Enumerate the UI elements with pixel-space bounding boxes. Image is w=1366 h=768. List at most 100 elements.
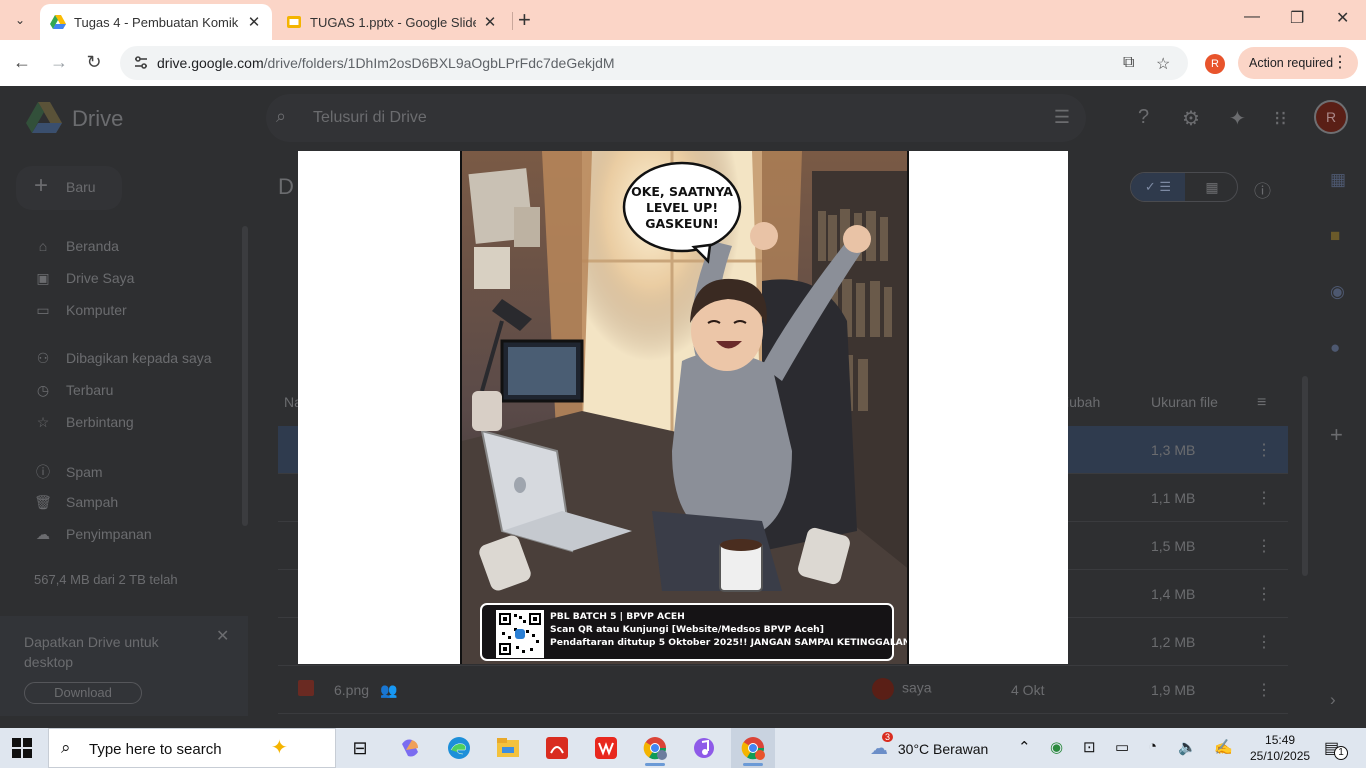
list-scrollbar[interactable] [1302, 376, 1308, 576]
add-addon-icon[interactable]: + [1330, 422, 1343, 448]
settings-gear-icon[interactable]: ⚙ [1182, 106, 1200, 131]
edge-icon[interactable] [437, 728, 481, 768]
info-icon[interactable]: ⓘ [1254, 177, 1271, 202]
more-vert-icon[interactable]: ⋮ [1256, 584, 1272, 604]
wifi-icon[interactable]: ◔ [1148, 738, 1157, 755]
nav-my-drive[interactable]: ▣ Drive Saya [34, 270, 134, 287]
notification-icon[interactable]: ▤ 1 [1324, 738, 1348, 760]
wps-office-icon[interactable] [584, 728, 628, 768]
file-modified: 4 Okt [1011, 682, 1045, 698]
date: 25/10/2025 [1250, 749, 1311, 763]
weather-widget[interactable]: ☁ 3 30°C Berawan [870, 732, 988, 759]
search-options-icon[interactable]: ☰ [1054, 107, 1070, 128]
profile-avatar[interactable]: R [1205, 54, 1225, 74]
task-view-icon[interactable]: ⊟ [338, 728, 382, 768]
file-explorer-icon[interactable] [486, 728, 530, 768]
gemini-sparkle-icon[interactable]: ✦ [1229, 106, 1246, 131]
nav-label: Terbaru [66, 382, 114, 398]
search-highlight-icon: ✦ [271, 737, 288, 759]
keep-icon[interactable]: ■ [1330, 226, 1340, 246]
drive-search-bar[interactable]: ⌕ Telusuri di Drive ☰ [266, 94, 1086, 142]
forward-arrow-icon[interactable]: → [48, 52, 70, 73]
apps-grid-icon[interactable]: ⁝⁝ [1274, 106, 1287, 131]
search-icon: ⌕ [61, 738, 71, 757]
sidebar-scrollbar[interactable] [242, 226, 248, 526]
volume-icon[interactable]: 🔈 [1178, 738, 1197, 756]
tasks-icon[interactable]: ◉ [1330, 282, 1345, 302]
music-app-icon[interactable] [682, 728, 726, 768]
pen-icon[interactable]: ✍ [1214, 738, 1233, 756]
copilot-icon[interactable] [388, 728, 432, 768]
nav-label: Berbintang [66, 414, 134, 430]
trash-icon: 🗑 [34, 494, 52, 510]
nav-home[interactable]: ⌂ Beranda [34, 238, 119, 254]
expand-panel-icon[interactable]: › [1330, 690, 1336, 710]
sync-app-icon[interactable]: ◉ [1050, 738, 1063, 756]
nav-storage[interactable]: ☁ Penyimpanan [34, 526, 152, 543]
nav-computers[interactable]: ▭ Komputer [34, 302, 126, 319]
more-vert-icon[interactable]: ⋮ [1256, 488, 1272, 508]
chrome-active-icon[interactable] [731, 728, 775, 768]
windows-start-icon[interactable] [12, 738, 32, 758]
tab-slides[interactable]: TUGAS 1.pptx - Google Slide ✕ [276, 4, 508, 40]
search-icon: ⌕ [276, 106, 287, 126]
chrome-profile-icon[interactable] [633, 728, 677, 768]
view-toggle[interactable]: ✓ ☰ ▦ [1130, 172, 1238, 202]
more-vert-icon[interactable]: ⋮ [1332, 47, 1348, 79]
action-required-button[interactable]: Action required ⋮ [1238, 47, 1358, 79]
comic-footer-banner: PBL BATCH 5 | BPVP ACEH Scan QR atau Kun… [480, 603, 907, 661]
battery-icon[interactable]: ▭ [1115, 738, 1129, 756]
close-tab-icon[interactable]: ✕ [482, 13, 498, 31]
reload-icon[interactable]: ↻ [83, 52, 105, 73]
minimize-button[interactable]: — [1244, 8, 1260, 26]
maximize-button[interactable]: ❐ [1290, 8, 1304, 28]
column-size[interactable]: Ukuran file [1151, 394, 1218, 410]
owner-name: saya [902, 679, 932, 696]
nav-shared[interactable]: ⚇ Dibagikan kepada saya [34, 350, 212, 367]
show-hidden-icons-chevron-icon[interactable]: ⌃ [1018, 738, 1031, 756]
shared-icon: 👥 [380, 682, 398, 698]
meet-now-icon[interactable]: ⊡ [1083, 738, 1096, 756]
grid-view-icon[interactable]: ▦ [1185, 173, 1239, 201]
site-info-icon[interactable] [132, 54, 150, 72]
more-vert-icon[interactable]: ⋮ [1256, 632, 1272, 652]
more-vert-icon[interactable]: ⋮ [1256, 680, 1272, 700]
nav-trash[interactable]: 🗑 Sampah [34, 494, 118, 511]
tab-title: TUGAS 1.pptx - Google Slide [310, 14, 477, 30]
install-app-icon[interactable]: ⧉ [1123, 54, 1134, 72]
column-modified[interactable]: iubah [1066, 394, 1100, 410]
address-bar[interactable]: drive.google.com/drive/folders/1DhIm2osD… [120, 46, 1188, 80]
new-button[interactable]: + Baru [16, 166, 122, 210]
help-icon[interactable]: ? [1138, 106, 1149, 129]
new-tab-button[interactable]: + [518, 8, 531, 32]
desktop-promo: Dapatkan Drive untuk desktop ✕ Download [0, 616, 248, 716]
bookmark-star-icon[interactable]: ☆ [1156, 54, 1170, 74]
more-vert-icon[interactable]: ⋮ [1256, 536, 1272, 556]
download-button[interactable]: Download [24, 682, 142, 704]
pdf-reader-icon[interactable] [535, 728, 579, 768]
close-icon[interactable]: ✕ [216, 626, 229, 646]
account-avatar[interactable]: R [1314, 100, 1348, 134]
nav-starred[interactable]: ☆ Berbintang [34, 414, 134, 431]
back-arrow-icon[interactable]: ← [11, 52, 33, 73]
list-view-icon[interactable]: ✓ ☰ [1131, 173, 1185, 201]
more-vert-icon[interactable]: ⋮ [1256, 440, 1272, 460]
nav-spam[interactable]: ⓘ Spam [34, 462, 103, 482]
clock[interactable]: 15:49 25/10/2025 [1250, 732, 1310, 764]
table-row[interactable]: 6.png 👥 saya 4 Okt 1,9 MB ⋮ [278, 666, 1288, 714]
close-window-button[interactable]: ✕ [1336, 8, 1349, 28]
comic-illustration: OKE, SAATNYA LEVEL UP! GASKEUN! [462, 151, 907, 664]
owner-avatar [872, 678, 894, 700]
footer-line-2: Scan QR atau Kunjungi [Website/Medsos BP… [550, 624, 824, 635]
contacts-icon[interactable]: ● [1330, 338, 1340, 358]
calendar-icon[interactable]: ▦ [1330, 170, 1346, 190]
nav-recent[interactable]: ◷ Terbaru [34, 382, 114, 399]
tab-search-button[interactable]: ⌄ [6, 6, 34, 34]
close-tab-icon[interactable]: ✕ [246, 13, 262, 31]
taskbar-search[interactable]: ⌕ Type here to search ✦ [48, 728, 336, 768]
nav-label: Beranda [66, 238, 119, 254]
sort-icon[interactable]: ≡ [1257, 394, 1266, 412]
spam-icon: ⓘ [36, 464, 50, 480]
tab-drive[interactable]: Tugas 4 - Pembuatan Komik de ✕ [40, 4, 272, 40]
footer-line-1: PBL BATCH 5 | BPVP ACEH [550, 611, 685, 622]
